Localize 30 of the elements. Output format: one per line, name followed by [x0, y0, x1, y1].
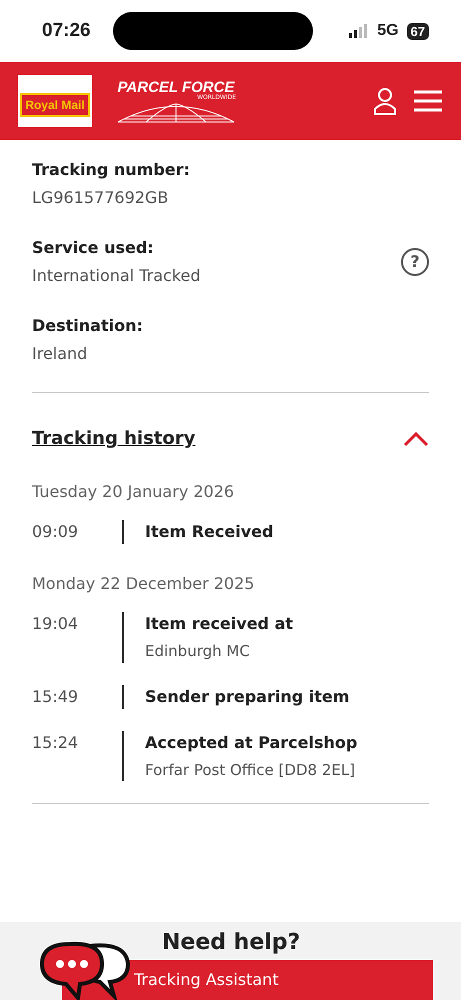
- field-label: Tracking number:: [32, 159, 190, 181]
- battery-level: 67: [406, 22, 429, 40]
- field-value: International Tracked: [32, 265, 200, 287]
- event-time: 09:09: [32, 521, 80, 543]
- field-label: Service used:: [32, 237, 155, 259]
- network-label: 5G: [377, 21, 399, 41]
- date-heading: Tuesday 20 January 2026: [32, 481, 236, 503]
- event-time: 19:04: [32, 613, 80, 635]
- help-button[interactable]: ?: [401, 248, 429, 276]
- clock: 07:26: [42, 18, 91, 43]
- field-value: Ireland: [32, 343, 88, 365]
- event-status: Accepted at Parcelshop: [145, 732, 358, 754]
- signal-icon: [349, 24, 370, 38]
- event-status: Sender preparing item: [145, 686, 350, 708]
- field-label: Destination:: [32, 315, 143, 337]
- chat-icon: [40, 940, 132, 1000]
- event-status: Item Received: [145, 521, 274, 543]
- event-time: 15:24: [32, 732, 80, 754]
- chevron-icon[interactable]: [403, 430, 429, 446]
- event-location: Edinburgh MC: [145, 641, 251, 662]
- tracking-history-toggle[interactable]: Tracking history: [32, 425, 196, 452]
- field-value: LG961577692GB: [32, 187, 170, 209]
- account-icon[interactable]: [373, 87, 397, 115]
- date-heading: Monday 22 December 2025: [32, 573, 256, 595]
- event-time: 15:49: [32, 686, 80, 708]
- royal-mail-logo[interactable]: Royal Mail: [20, 93, 90, 117]
- menu-icon[interactable]: [413, 90, 443, 112]
- parcelforce-logo[interactable]: PARCEL FORCE: [118, 80, 234, 94]
- event-status: Item received at: [145, 613, 294, 635]
- event-location: Forfar Post Office [DD8 2EL]: [145, 760, 356, 780]
